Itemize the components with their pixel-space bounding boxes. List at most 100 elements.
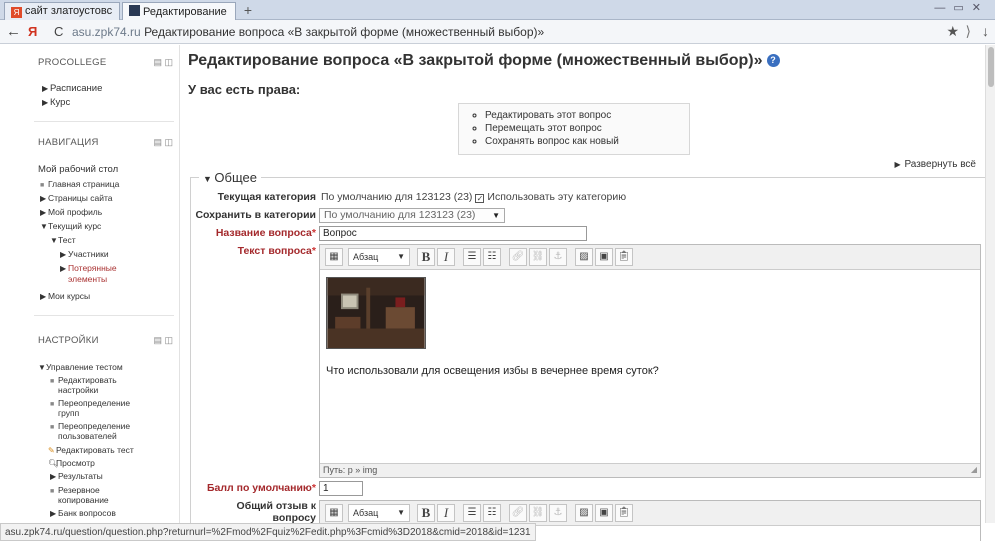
bookmark-star-icon[interactable]: ★ xyxy=(946,23,959,40)
link-status-url: asu.zpk74.ru/question/question.php?retur… xyxy=(0,523,536,541)
anchor-icon[interactable]: ⚓︎ xyxy=(549,504,567,522)
scrollbar-thumb[interactable] xyxy=(988,47,994,87)
save-in-category-label: Сохранить в категории xyxy=(195,209,316,221)
italic-icon[interactable]: I xyxy=(437,248,455,266)
triangle-down-icon: ▼ xyxy=(50,236,58,245)
sidebar-item-backup[interactable]: ■ Резервное xyxy=(50,485,100,495)
page-scrollbar[interactable] xyxy=(985,45,995,523)
sidebar-item-group-overrides-2[interactable]: групп xyxy=(58,408,79,418)
chevron-right-icon[interactable]: ⟩ xyxy=(966,23,971,40)
sidebar-item-lost-elements[interactable]: ▶ Потерянные xyxy=(60,263,117,273)
bullet-list-icon[interactable]: ☰ xyxy=(463,504,481,522)
sidebar-item-home[interactable]: ■ Главная страница xyxy=(40,179,119,189)
sidebar-item-preview[interactable]: 🔍︎Просмотр xyxy=(48,458,95,468)
browser-tab-bar: Ясайт златоустовс Редактирование× + —▭✕ xyxy=(0,0,995,20)
format-select[interactable]: Абзац ▼ xyxy=(348,504,410,522)
sidebar-item-dashboard[interactable]: Мой рабочий стол xyxy=(38,164,118,175)
numbered-list-icon[interactable]: ☷ xyxy=(483,248,501,266)
paste-icon[interactable]: 📋︎ xyxy=(615,248,633,266)
dropdown-arrow-icon: ▼ xyxy=(397,252,405,261)
media-icon[interactable]: ▣ xyxy=(595,504,613,522)
sidebar-item-edit-quiz[interactable]: ✎Редактировать тест xyxy=(48,445,134,455)
media-icon[interactable]: ▣ xyxy=(595,248,613,266)
question-text-label: Текст вопроса* xyxy=(237,245,316,257)
sidebar-item-group-overrides[interactable]: ■ Переопределение xyxy=(50,398,130,408)
triangle-right-icon: ▶ xyxy=(894,160,901,169)
pencil-icon: ✎ xyxy=(48,446,55,455)
sidebar-item-edit-settings-2[interactable]: настройки xyxy=(58,385,98,395)
resize-grip-icon[interactable]: ◢ xyxy=(971,463,977,476)
sidebar-item-lost-elements-2[interactable]: элементы xyxy=(68,274,107,284)
block-controls-icon[interactable]: ▤ ◫ xyxy=(153,57,173,68)
sidebar-item-question-bank[interactable]: ▶ Банк вопросов xyxy=(50,508,116,518)
yandex-logo-icon[interactable]: Я xyxy=(28,24,37,39)
sidebar-item-course[interactable]: ▶ Курс xyxy=(42,97,70,108)
divider xyxy=(34,121,174,122)
triangle-right-icon: ▶ xyxy=(40,194,47,203)
sidebar-item-schedule[interactable]: ▶ Расписание xyxy=(42,83,102,94)
triangle-right-icon: ▶ xyxy=(60,264,67,273)
rights-list: Редактировать этот вопрос Перемещать это… xyxy=(458,103,690,155)
section-toggle-general[interactable]: ▼ Общее xyxy=(199,170,261,185)
sidebar-item-current-course[interactable]: ▼Текущий курс xyxy=(40,221,101,231)
window-controls[interactable]: —▭✕ xyxy=(934,1,989,14)
format-select[interactable]: Абзац ▼ xyxy=(348,248,410,266)
triangle-right-icon: ▶ xyxy=(50,472,57,481)
unlink-icon[interactable]: ⛓ xyxy=(529,504,547,522)
bold-icon[interactable]: B xyxy=(417,248,435,266)
url-field[interactable]: asu.zpk74.ru Редактирование вопроса «В з… xyxy=(72,25,544,39)
use-category-checkbox[interactable]: ✓ xyxy=(475,194,485,203)
sidebar-item-backup-2[interactable]: копирование xyxy=(58,495,109,505)
save-in-category-select[interactable]: По умолчанию для 123123 (23) ▼ xyxy=(319,208,505,223)
reload-icon[interactable]: C xyxy=(54,24,63,39)
tab-editing[interactable]: Редактирование× xyxy=(122,2,236,20)
bullet-icon: ■ xyxy=(50,488,55,495)
sidebar-item-quiz-admin[interactable]: ▼Управление тестом xyxy=(38,362,123,372)
back-arrow-icon[interactable]: ← xyxy=(6,23,21,40)
italic-icon[interactable]: I xyxy=(437,504,455,522)
bold-icon[interactable]: B xyxy=(417,504,435,522)
question-name-input[interactable]: Вопрос xyxy=(319,226,587,241)
numbered-list-icon[interactable]: ☷ xyxy=(483,504,501,522)
required-icon: * xyxy=(311,245,316,257)
block-title-settings: НАСТРОЙКИ xyxy=(38,335,99,346)
page-title: Редактирование вопроса «В закрытой форме… xyxy=(188,52,780,70)
sidebar-item-participants[interactable]: ▶ Участники xyxy=(60,249,109,259)
sidebar-item-site-pages[interactable]: ▶ Страницы сайта xyxy=(40,193,113,203)
moodle-favicon-icon xyxy=(129,5,140,16)
paste-icon[interactable]: 📋︎ xyxy=(615,504,633,522)
question-text-editor[interactable]: ▦ Абзац ▼ B I ☰ ☷ 🔗︎ ⛓ ⚓︎ ▨ ▣ 📋︎ Что исп… xyxy=(319,244,981,478)
download-icon[interactable]: ↓ xyxy=(982,23,989,39)
triangle-down-icon: ▼ xyxy=(38,363,46,372)
image-icon[interactable]: ▨ xyxy=(575,504,593,522)
tab-site[interactable]: Ясайт златоустовс xyxy=(4,2,120,20)
sidebar-item-results[interactable]: ▶ Результаты xyxy=(50,471,103,481)
toolbar-toggle-icon[interactable]: ▦ xyxy=(325,248,343,266)
dropdown-arrow-icon: ▼ xyxy=(397,508,405,517)
bullet-icon: ■ xyxy=(50,401,55,408)
dropdown-arrow-icon: ▼ xyxy=(492,211,500,220)
sidebar-item-my-courses[interactable]: ▶ Мои курсы xyxy=(40,291,90,301)
block-controls-icon[interactable]: ▤ ◫ xyxy=(153,335,173,346)
default-mark-input[interactable]: 1 xyxy=(319,481,363,496)
expand-all-link[interactable]: ▶ Развернуть всё xyxy=(894,159,976,170)
triangle-down-icon: ▼ xyxy=(203,174,215,184)
sidebar-item-user-overrides[interactable]: ■ Переопределение xyxy=(50,421,130,431)
sidebar-item-edit-settings[interactable]: ■ Редактировать xyxy=(50,375,117,385)
triangle-right-icon: ▶ xyxy=(50,509,57,518)
block-controls-icon[interactable]: ▤ ◫ xyxy=(153,137,173,148)
link-icon[interactable]: 🔗︎ xyxy=(509,248,527,266)
bullet-list-icon[interactable]: ☰ xyxy=(463,248,481,266)
anchor-icon[interactable]: ⚓︎ xyxy=(549,248,567,266)
toolbar-toggle-icon[interactable]: ▦ xyxy=(325,504,343,522)
image-icon[interactable]: ▨ xyxy=(575,248,593,266)
address-bar: ← Я C asu.zpk74.ru Редактирование вопрос… xyxy=(0,20,995,44)
help-icon[interactable]: ? xyxy=(766,54,780,67)
new-tab-button[interactable]: + xyxy=(238,2,258,19)
bullet-icon: ■ xyxy=(50,378,55,385)
sidebar-item-user-overrides-2[interactable]: пользователей xyxy=(58,431,117,441)
sidebar-item-test[interactable]: ▼Тест xyxy=(50,235,76,245)
unlink-icon[interactable]: ⛓ xyxy=(529,248,547,266)
sidebar-item-profile[interactable]: ▶ Мой профиль xyxy=(40,207,102,217)
link-icon[interactable]: 🔗︎ xyxy=(509,504,527,522)
